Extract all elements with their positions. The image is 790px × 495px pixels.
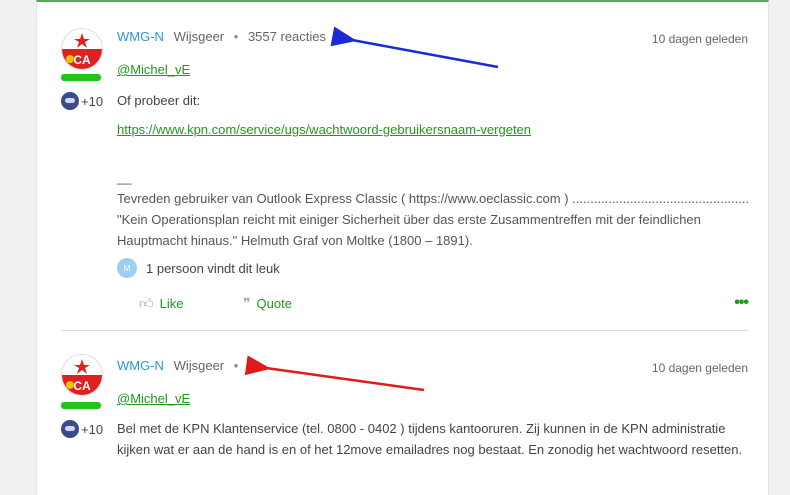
annotation-arrows — [244, 26, 499, 392]
blue-annotation-arrow — [330, 26, 499, 69]
red-annotation-arrow — [244, 355, 425, 392]
